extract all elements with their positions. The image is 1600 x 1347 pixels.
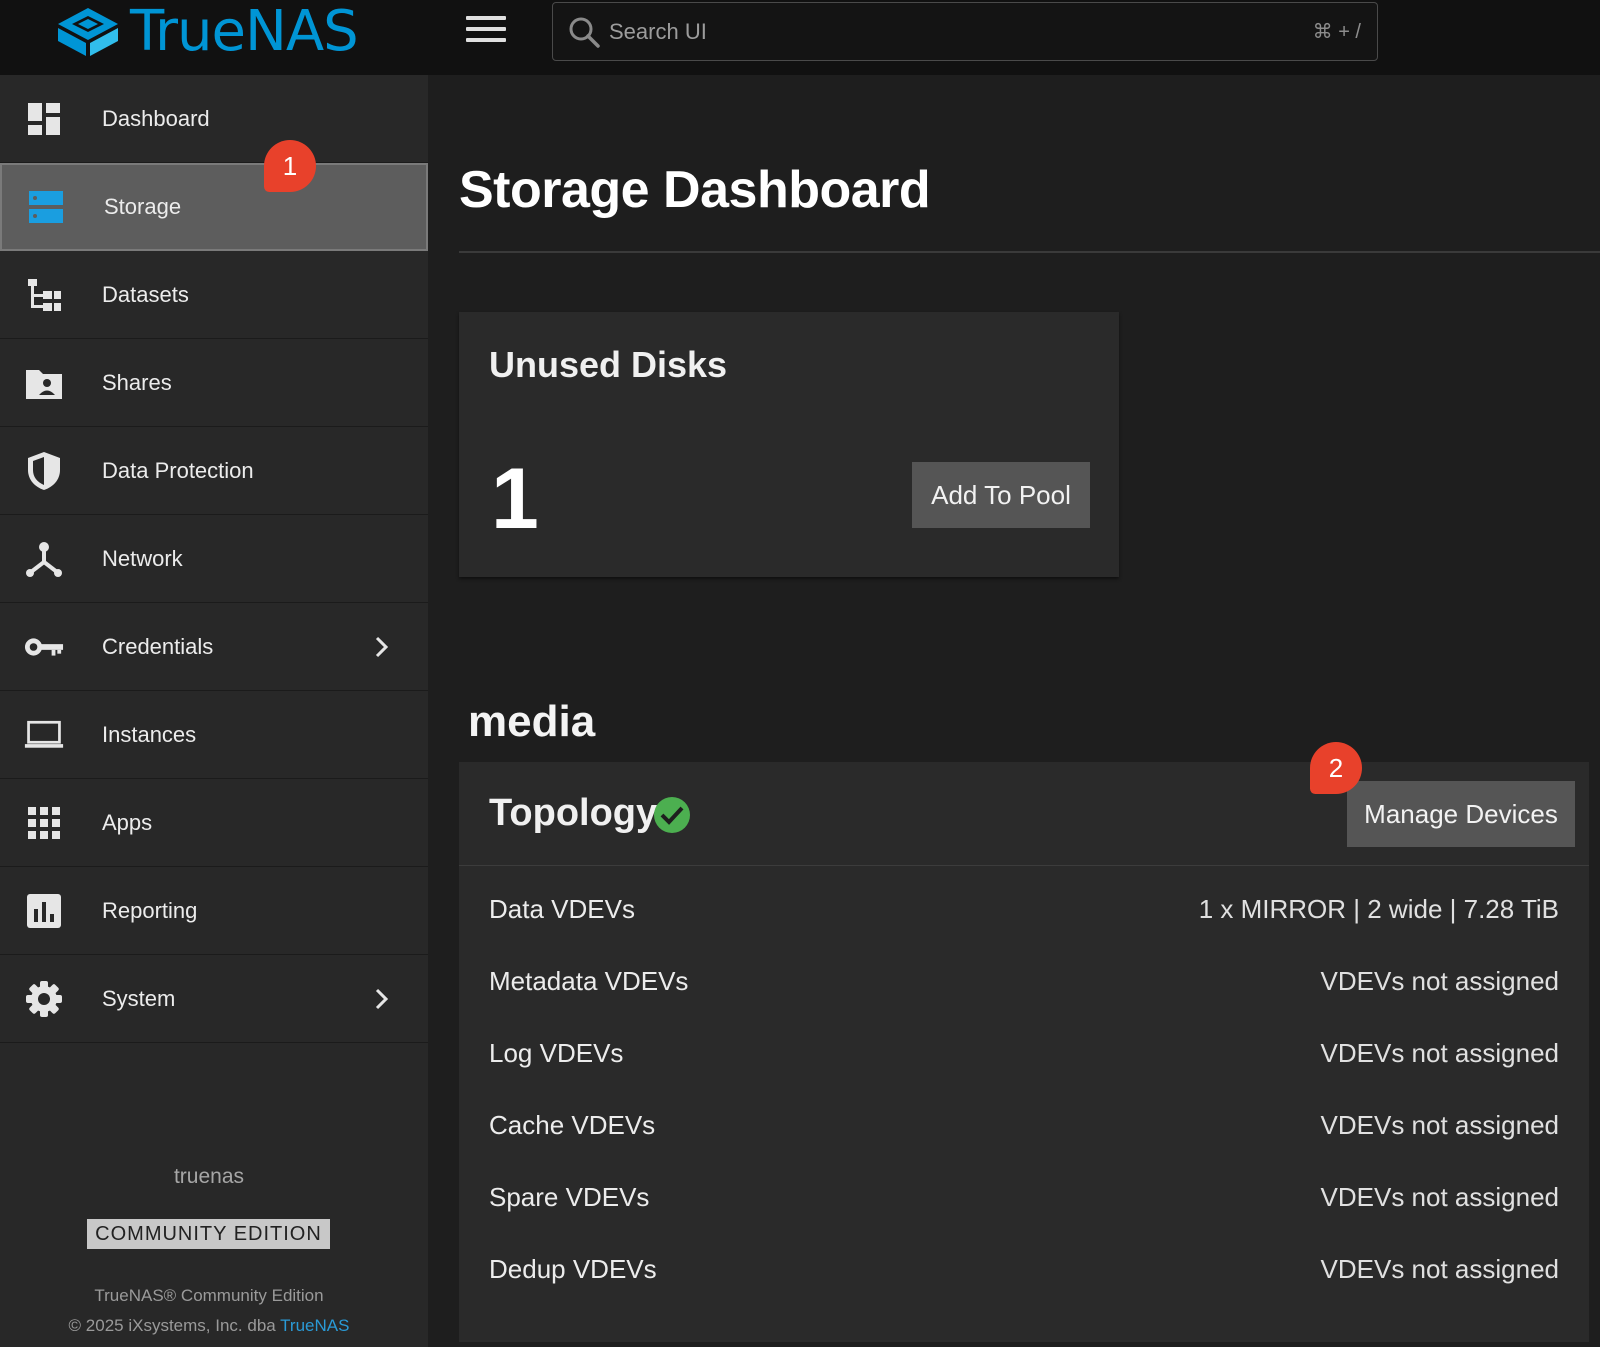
topology-header: Topology Manage Devices xyxy=(459,762,1589,866)
topology-card: Topology Manage Devices Data VDEVs 1 x M… xyxy=(459,762,1589,1342)
vdev-row-data: Data VDEVs 1 x MIRROR | 2 wide | 7.28 Ti… xyxy=(459,874,1589,946)
pool-name: media xyxy=(468,697,596,746)
vdev-row-cache: Cache VDEVs VDEVs not assigned xyxy=(459,1090,1589,1162)
bar-chart-icon xyxy=(24,891,64,931)
dashboard-icon xyxy=(24,99,64,139)
vdev-row-metadata: Metadata VDEVs VDEVs not assigned xyxy=(459,946,1589,1018)
vdev-label: Data VDEVs xyxy=(489,894,635,924)
search-input[interactable] xyxy=(609,15,1209,49)
storage-icon xyxy=(26,187,66,227)
sidebar-item-shares[interactable]: Shares xyxy=(0,339,428,427)
copyright-line: © 2025 iXsystems, Inc. dba TrueNAS xyxy=(0,1316,418,1336)
hostname: truenas xyxy=(173,1165,245,1188)
manage-devices-button[interactable]: Manage Devices xyxy=(1347,781,1575,847)
vdev-label: Metadata VDEVs xyxy=(489,966,689,996)
vdev-value: VDEVs not assigned xyxy=(1320,1038,1559,1068)
sidebar-item-network[interactable]: Network xyxy=(0,515,428,603)
chevron-right-icon xyxy=(375,988,389,1009)
sidebar-item-storage[interactable]: Storage xyxy=(0,163,428,251)
vdev-value: 1 x MIRROR | 2 wide | 7.28 TiB xyxy=(1198,894,1559,924)
sidebar-item-label: Data Protection xyxy=(102,457,254,483)
copyright-product: TrueNAS® Community Edition xyxy=(94,1286,324,1305)
sidebar-item-label: Apps xyxy=(102,809,153,835)
sidebar-item-credentials[interactable]: Credentials xyxy=(0,603,428,691)
unused-disks-card: Unused Disks 1 Add To Pool xyxy=(459,312,1119,577)
key-icon xyxy=(24,627,64,667)
sidebar-item-label: Instances xyxy=(102,721,197,747)
copyright-text: © 2025 iXsystems, Inc. dba xyxy=(68,1316,281,1335)
check-circle-icon xyxy=(654,797,690,833)
edition-badge: COMMUNITY EDITION xyxy=(87,1219,330,1249)
sidebar: Dashboard Storage Datasets Shares Data P… xyxy=(0,75,428,1347)
vdev-value: VDEVs not assigned xyxy=(1320,1182,1559,1212)
title-divider xyxy=(459,251,1600,253)
sidebar-item-label: Storage xyxy=(104,194,182,219)
sidebar-item-label: Shares xyxy=(102,369,172,395)
sidebar-item-instances[interactable]: Instances xyxy=(0,691,428,779)
vdev-row-dedup: Dedup VDEVs VDEVs not assigned xyxy=(459,1234,1589,1306)
vdev-row-spare: Spare VDEVs VDEVs not assigned xyxy=(459,1162,1589,1234)
sidebar-item-system[interactable]: System xyxy=(0,955,428,1043)
chevron-right-icon xyxy=(375,636,389,657)
network-icon xyxy=(24,539,64,579)
hamburger-menu-icon[interactable] xyxy=(466,16,506,46)
search-bar[interactable]: ⌘ + / xyxy=(552,2,1378,61)
apps-grid-icon xyxy=(24,803,64,843)
sidebar-item-reporting[interactable]: Reporting xyxy=(0,867,428,955)
top-bar: TrueNAS ⌘ + / xyxy=(0,0,1600,75)
shield-icon xyxy=(24,451,64,491)
search-icon xyxy=(569,17,600,48)
annotation-badge-2: 2 xyxy=(1310,742,1362,794)
topology-title: Topology xyxy=(489,792,658,834)
vdev-value: VDEVs not assigned xyxy=(1320,1254,1559,1284)
sidebar-item-label: Credentials xyxy=(102,633,214,659)
sidebar-item-apps[interactable]: Apps xyxy=(0,779,428,867)
sidebar-item-data-protection[interactable]: Data Protection xyxy=(0,427,428,515)
add-to-pool-button[interactable]: Add To Pool xyxy=(912,462,1090,528)
unused-disks-count: 1 xyxy=(491,451,539,547)
truenas-logo-icon xyxy=(58,8,118,56)
vdev-label: Dedup VDEVs xyxy=(489,1254,657,1284)
sidebar-item-dashboard[interactable]: Dashboard xyxy=(0,75,428,163)
laptop-icon xyxy=(24,715,64,755)
vdev-value: VDEVs not assigned xyxy=(1320,1110,1559,1140)
sidebar-item-label: System xyxy=(102,985,176,1011)
sidebar-item-label: Network xyxy=(102,545,183,571)
truenas-link[interactable]: TrueNAS xyxy=(280,1316,349,1335)
sidebar-item-label: Datasets xyxy=(102,281,189,307)
annotation-badge-1: 1 xyxy=(264,140,316,192)
vdev-value: VDEVs not assigned xyxy=(1320,966,1559,996)
sidebar-item-label: Reporting xyxy=(102,897,198,923)
sidebar-item-label: Dashboard xyxy=(102,105,210,131)
gear-icon xyxy=(24,979,64,1019)
vdev-label: Cache VDEVs xyxy=(489,1110,656,1140)
search-shortcut-hint: ⌘ + / xyxy=(1312,21,1361,43)
page-title: Storage Dashboard xyxy=(459,161,931,219)
vdev-label: Log VDEVs xyxy=(489,1038,624,1068)
vdev-label: Spare VDEVs xyxy=(489,1182,650,1212)
shares-folder-icon xyxy=(24,363,64,403)
logo-text: TrueNAS xyxy=(130,0,359,64)
unused-disks-title: Unused Disks xyxy=(489,344,728,385)
vdev-row-log: Log VDEVs VDEVs not assigned xyxy=(459,1018,1589,1090)
datasets-icon xyxy=(24,275,64,315)
truenas-logo[interactable]: TrueNAS xyxy=(56,0,359,64)
sidebar-item-datasets[interactable]: Datasets xyxy=(0,251,428,339)
